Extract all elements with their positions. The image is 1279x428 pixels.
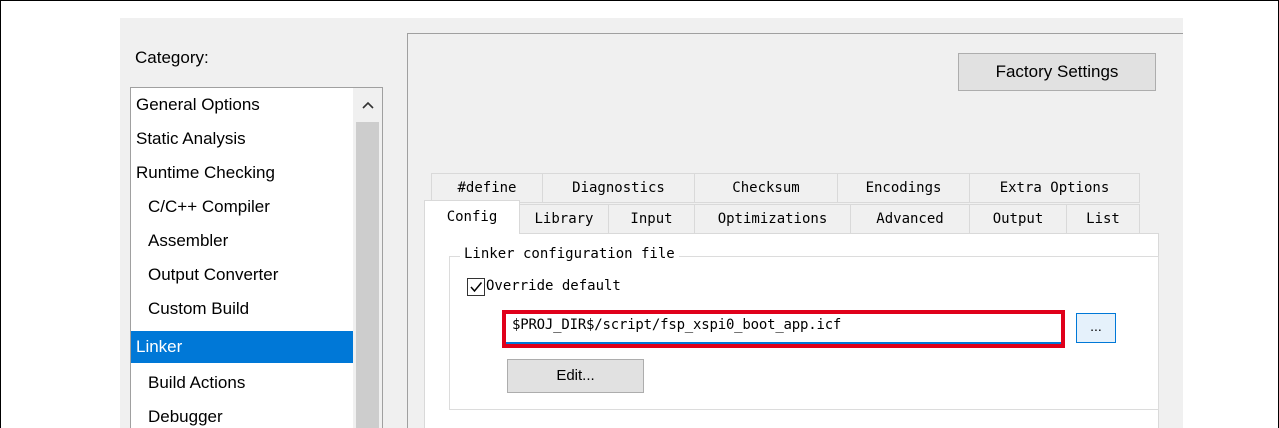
factory-settings-button[interactable]: Factory Settings [958,53,1156,91]
path-input-value: $PROJ_DIR$/script/fsp_xspi0_boot_app.icf [512,317,842,333]
tab-extra-options[interactable]: Extra Options [969,173,1140,203]
edit-button[interactable]: Edit... [507,359,644,393]
browse-button[interactable]: ... [1076,313,1116,343]
tab-optimizations[interactable]: Optimizations [694,204,851,234]
tab-config[interactable]: Config [424,200,520,234]
category-item-label: Assembler [148,231,229,250]
category-item-c-cpp-compiler[interactable]: C/C++ Compiler [131,190,353,224]
checkmark-icon [470,282,483,293]
override-default-label[interactable]: Override default [486,278,621,294]
linker-config-path-input[interactable]: $PROJ_DIR$/script/fsp_xspi0_boot_app.icf [502,310,1065,348]
category-item-runtime-checking[interactable]: Runtime Checking [131,156,353,190]
category-item-label: Custom Build [148,299,250,318]
tab-output[interactable]: Output [969,204,1067,234]
tab-list[interactable]: List [1066,204,1140,234]
category-item-build-actions[interactable]: Build Actions [131,366,353,400]
tab-diagnostics[interactable]: Diagnostics [542,173,695,203]
tab-input[interactable]: Input [608,204,695,234]
tab-advanced[interactable]: Advanced [850,204,970,234]
tab-checksum[interactable]: Checksum [694,173,838,203]
override-default-checkbox[interactable] [467,278,485,296]
tab-define[interactable]: #define [431,173,543,203]
chevron-up-icon[interactable] [353,88,382,122]
tab-encodings[interactable]: Encodings [837,173,970,203]
category-item-custom-build[interactable]: Custom Build [131,292,353,326]
category-list[interactable]: General Options Static Analysis Runtime … [130,87,383,428]
category-item-label: Linker [136,337,183,356]
category-label: Category: [135,48,209,67]
category-item-label: General Options [136,95,260,114]
tab-library[interactable]: Library [519,204,609,234]
category-item-label: Debugger [148,407,223,426]
category-item-label: Static Analysis [136,129,246,148]
category-item-debugger[interactable]: Debugger [131,400,353,428]
category-item-label: Runtime Checking [136,163,275,182]
category-item-linker[interactable]: Linker [131,331,353,363]
category-item-output-converter[interactable]: Output Converter [131,258,353,292]
category-item-label: C/C++ Compiler [148,197,270,216]
category-item-general-options[interactable]: General Options [131,88,353,122]
category-item-static-analysis[interactable]: Static Analysis [131,122,353,156]
scroll-thumb[interactable] [356,122,379,428]
group-title: Linker configuration file [460,246,679,262]
path-input-box[interactable]: $PROJ_DIR$/script/fsp_xspi0_boot_app.icf [506,314,1061,344]
category-scrollbar[interactable] [353,88,382,428]
category-item-label: Build Actions [148,373,246,392]
category-item-label: Output Converter [148,265,279,284]
category-item-assembler[interactable]: Assembler [131,224,353,258]
